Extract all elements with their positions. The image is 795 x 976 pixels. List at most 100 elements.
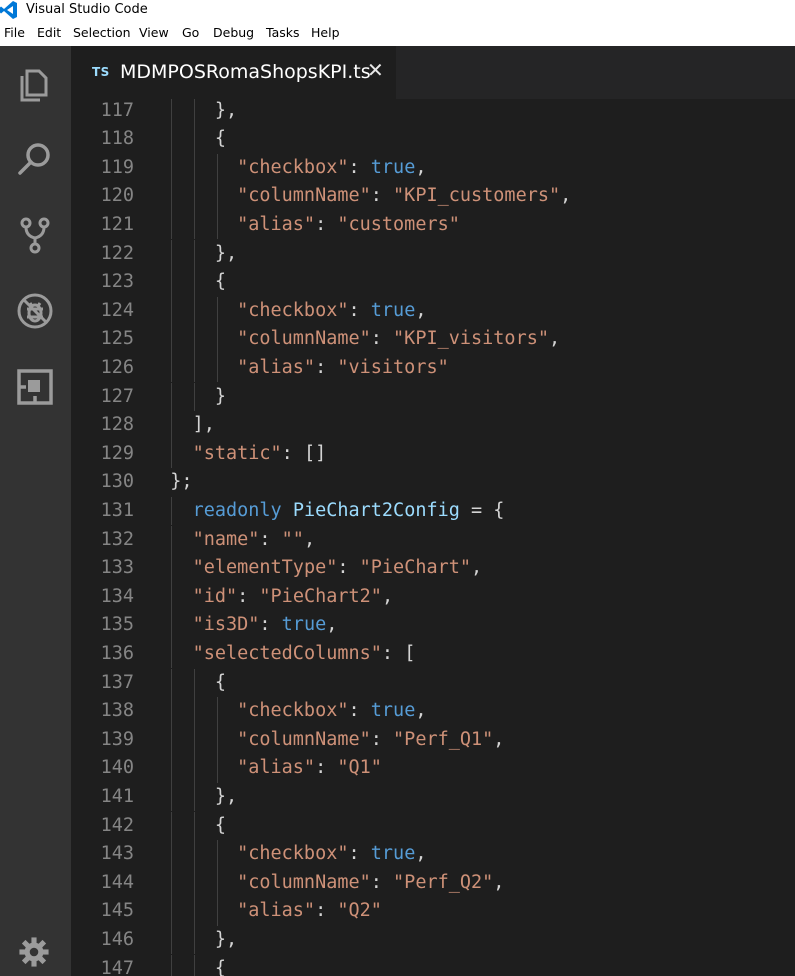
indent-guide <box>193 868 195 898</box>
line-number: 117 <box>100 99 134 121</box>
code-line[interactable]: 147 { <box>71 954 795 976</box>
line-number: 142 <box>100 814 134 836</box>
indent-guide <box>193 725 195 755</box>
code-text: }, <box>148 783 237 812</box>
indent-guide <box>216 182 218 211</box>
indent-guide <box>170 411 172 440</box>
code-token: , <box>381 585 394 607</box>
menu-help[interactable]: Help <box>311 25 340 41</box>
code-line[interactable]: 142 { <box>71 811 795 841</box>
code-token: "id" <box>192 585 238 607</box>
code-line[interactable]: 145 "alias": "Q2" <box>71 897 795 926</box>
menu-selection[interactable]: Selection <box>73 25 131 41</box>
window-title: Visual Studio Code <box>26 2 148 17</box>
menu-file[interactable]: File <box>4 25 25 41</box>
code-line[interactable]: 117 }, <box>71 99 795 126</box>
code-line[interactable]: 137 { <box>71 668 795 698</box>
indent-guide <box>216 868 218 898</box>
indent-guide <box>170 954 172 976</box>
indent-guide <box>193 754 195 783</box>
code-line[interactable]: 122 }, <box>71 239 795 269</box>
menu-go[interactable]: Go <box>182 25 199 41</box>
code-token: : <box>370 185 394 207</box>
indent-guide <box>193 782 195 812</box>
code-line[interactable]: 127 } <box>71 382 795 412</box>
code-line[interactable]: 120 "columnName": "KPI_customers", <box>71 182 795 211</box>
code-token: "columnName" <box>237 728 371 750</box>
search-icon[interactable] <box>14 138 56 180</box>
explorer-icon[interactable] <box>14 62 56 104</box>
code-line[interactable]: 132 "name": "", <box>71 525 795 555</box>
code-editor[interactable]: 117 }, 118 {119 "checkbox": true, 120 "col… <box>71 99 795 976</box>
code-line[interactable]: 121 "alias": "customers" <box>71 210 795 240</box>
code-line[interactable]: 135 "is3D": true, <box>71 611 795 640</box>
code-line[interactable]: 129 "static": [] <box>71 439 795 469</box>
code-token: "Perf_Q2" <box>393 871 494 893</box>
line-number: 137 <box>100 671 134 693</box>
code-text: { <box>148 669 226 698</box>
code-line[interactable]: 141 }, <box>71 782 795 812</box>
indent-guide <box>170 725 172 755</box>
line-number: 146 <box>100 928 134 950</box>
close-icon[interactable]: ✕ <box>367 60 384 80</box>
code-line[interactable]: 126 "alias": "visitors" <box>71 353 795 383</box>
code-line[interactable]: 136 "selectedColumns": [ <box>71 639 795 669</box>
code-line[interactable]: 146 }, <box>71 925 795 955</box>
code-line[interactable]: 139 "columnName": "Perf_Q1", <box>71 725 795 755</box>
indent-guide <box>170 353 172 383</box>
code-token: "columnName" <box>237 871 371 893</box>
code-text: { <box>148 812 226 841</box>
line-number: 130 <box>100 471 134 493</box>
code-line[interactable]: 128 ], <box>71 411 795 440</box>
code-token: { <box>214 671 226 693</box>
indent-guide <box>193 239 195 269</box>
code-line[interactable]: 144 "columnName": "Perf_Q2", <box>71 868 795 898</box>
code-token: "Q2" <box>337 900 382 922</box>
indent-guide <box>170 639 172 669</box>
code-line[interactable]: 123 { <box>71 268 795 297</box>
code-token: ], <box>192 414 215 436</box>
code-line[interactable]: 133 "elementType": "PieChart", <box>71 554 795 583</box>
code-line[interactable]: 118 { <box>71 125 795 154</box>
menu-edit[interactable]: Edit <box>37 25 61 41</box>
editor-tab-active[interactable]: TS MDMPOSRomaShopsKPI.ts ✕ <box>71 46 396 99</box>
indent-guide <box>170 754 172 783</box>
code-text: }; <box>148 468 192 497</box>
code-token: , <box>493 871 505 893</box>
line-number: 147 <box>100 957 134 976</box>
extensions-icon[interactable] <box>14 366 56 408</box>
code-line[interactable]: 138 "checkbox": true, <box>71 697 795 726</box>
code-line[interactable]: 124 "checkbox": true, <box>71 296 795 326</box>
code-line[interactable]: 140 "alias": "Q1" <box>71 754 795 783</box>
code-line[interactable]: 131 readonly PieChart2Config = { <box>71 496 795 526</box>
tab-strip: TS MDMPOSRomaShopsKPI.ts ✕ <box>71 46 795 99</box>
code-line[interactable]: 130 }; <box>71 468 795 497</box>
code-line[interactable]: 134 "id": "PieChart2", <box>71 582 795 612</box>
code-text: "static": [] <box>148 440 327 469</box>
code-text: "is3D": true, <box>148 611 338 640</box>
menu-debug[interactable]: Debug <box>213 25 254 41</box>
debug-icon[interactable] <box>14 290 56 332</box>
code-token: , <box>548 328 561 350</box>
indent-guide <box>170 439 172 469</box>
code-token: "checkbox" <box>237 299 349 321</box>
settings-gear-icon[interactable] <box>16 934 52 970</box>
code-token: { <box>214 128 226 150</box>
indent-guide <box>170 99 172 126</box>
code-token: }, <box>214 785 238 807</box>
code-token: "elementType" <box>192 557 338 579</box>
menu-tasks[interactable]: Tasks <box>266 25 300 41</box>
code-token: "checkbox" <box>237 700 349 722</box>
source-control-icon[interactable] <box>14 214 56 256</box>
indent-guide <box>193 840 195 869</box>
indent-guide <box>216 725 218 755</box>
code-line[interactable]: 119 "checkbox": true, <box>71 153 795 183</box>
code-token: PieChart2Config <box>292 499 460 521</box>
code-line[interactable]: 143 "checkbox": true, <box>71 840 795 869</box>
code-token: "name" <box>192 528 260 550</box>
code-line[interactable]: 125 "columnName": "KPI_visitors", <box>71 325 795 354</box>
line-number: 133 <box>100 557 134 579</box>
indent-guide <box>170 182 172 211</box>
indent-guide <box>193 325 195 354</box>
menu-view[interactable]: View <box>139 25 169 41</box>
